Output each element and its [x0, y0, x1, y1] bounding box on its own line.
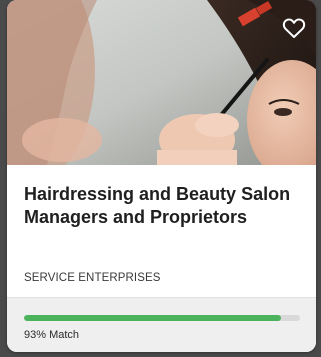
- occupation-card[interactable]: Hairdressing and Beauty Salon Managers a…: [7, 0, 316, 352]
- match-label: 93% Match: [24, 329, 80, 341]
- occupation-title[interactable]: Hairdressing and Beauty Salon Managers a…: [24, 183, 294, 229]
- heart-outline-icon: [282, 18, 306, 38]
- favorite-button[interactable]: [280, 14, 308, 42]
- match-footer: 93% Match: [7, 297, 316, 352]
- match-progress-bar: [24, 315, 300, 321]
- card-body: Hairdressing and Beauty Salon Managers a…: [7, 165, 316, 297]
- match-progress-fill: [24, 315, 281, 321]
- occupation-category: SERVICE ENTERPRISES: [24, 272, 161, 284]
- card-image: [7, 0, 316, 165]
- salon-photo: [7, 0, 316, 165]
